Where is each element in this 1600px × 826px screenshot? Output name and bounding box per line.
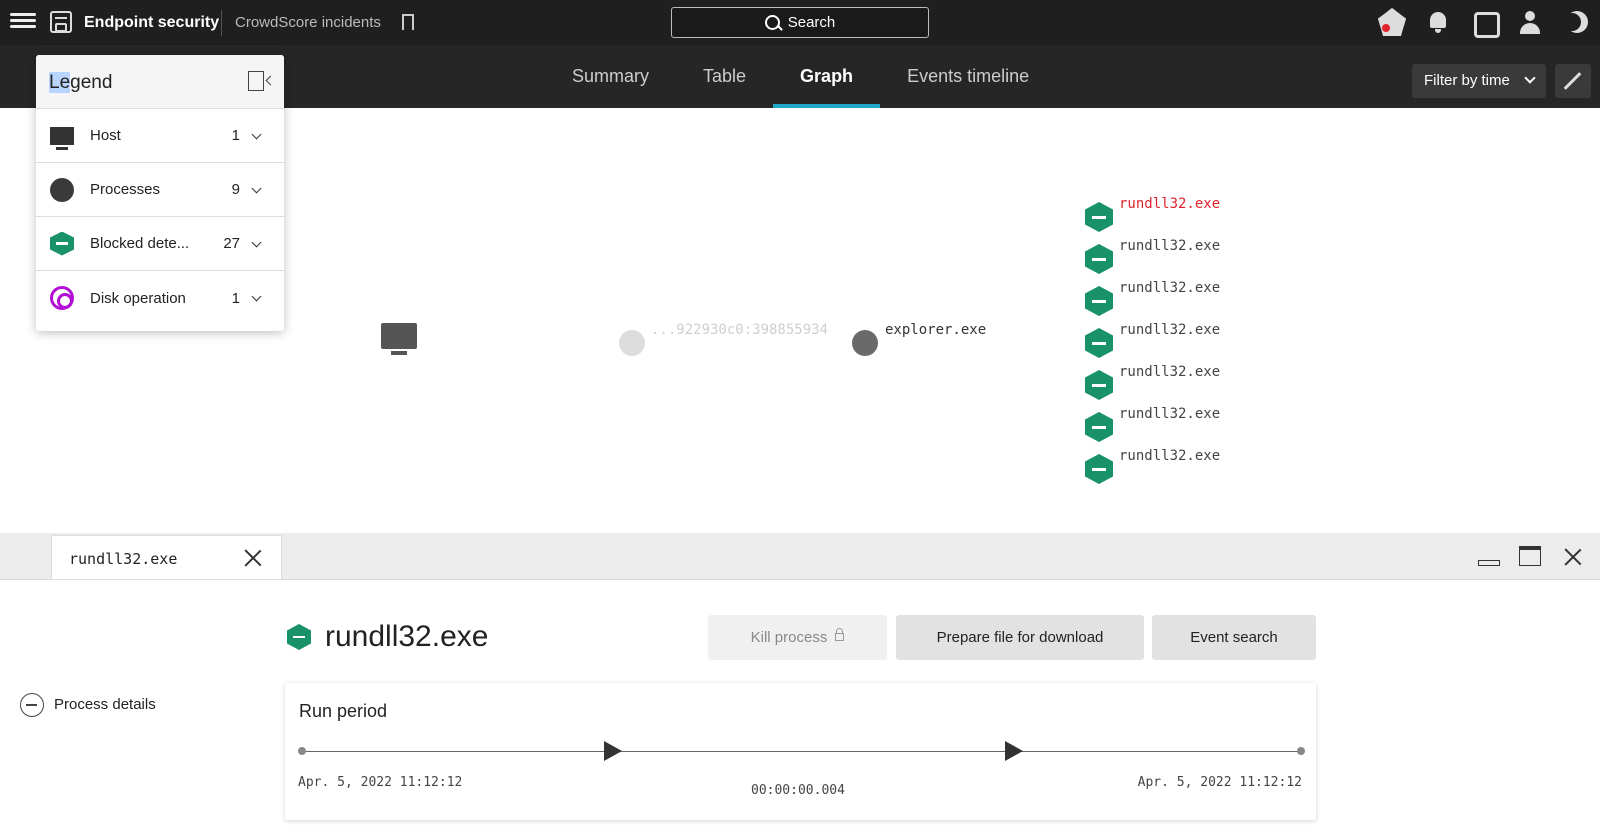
app-title[interactable]: Endpoint security — [84, 14, 219, 32]
search-label: Search — [787, 14, 836, 31]
faded-process-node[interactable] — [619, 330, 645, 356]
detection-label[interactable]: rundll32.exe — [1119, 364, 1220, 380]
event-search-button[interactable]: Event search — [1152, 615, 1316, 660]
blocked-detection-node[interactable] — [1085, 454, 1113, 484]
endpoint-security-icon — [50, 11, 72, 33]
timeline-line — [302, 751, 1301, 752]
filter-by-time-dropdown[interactable]: Filter by time — [1412, 64, 1546, 98]
detection-label[interactable]: rundll32.exe — [1119, 238, 1220, 254]
detection-label[interactable]: rundll32.exe — [1119, 406, 1220, 422]
monitor-icon — [50, 127, 74, 150]
blocked-detection-node[interactable] — [1085, 370, 1113, 400]
legend-label: Disk operation — [90, 289, 186, 307]
edit-pencil-icon[interactable] — [1555, 64, 1591, 98]
arrow-right-icon — [604, 741, 622, 761]
details-panel: Process details rundll32.exe Kill proces… — [0, 579, 1600, 826]
legend-title-selection: Le — [49, 72, 71, 93]
dark-mode-moon-icon[interactable] — [1562, 8, 1590, 36]
legend-title-rest: gend — [70, 72, 113, 93]
notification-bell-icon[interactable] — [1424, 8, 1452, 36]
explorer-node-label: explorer.exe — [885, 322, 987, 338]
legend-label: Processes — [90, 181, 161, 198]
chevron-down-icon — [1524, 72, 1536, 84]
chevron-down-icon[interactable] — [251, 183, 262, 194]
process-details-label[interactable]: Process details — [54, 696, 156, 713]
collapse-panel-icon[interactable] — [248, 71, 264, 91]
blocked-detection-node[interactable] — [1085, 202, 1113, 232]
legend-row-processes[interactable]: Processes 9 — [36, 163, 284, 217]
kill-process-button[interactable]: Kill process — [708, 615, 887, 660]
arrow-right-icon — [1005, 741, 1023, 761]
chevron-down-icon[interactable] — [251, 291, 262, 302]
blocked-detection-node[interactable] — [1085, 244, 1113, 274]
filter-label: Filter by time — [1424, 72, 1510, 89]
tab-events-timeline[interactable]: Events timeline — [880, 45, 1056, 108]
details-tab[interactable]: rundll32.exe — [51, 535, 282, 579]
tab-table[interactable]: Table — [676, 45, 773, 108]
breadcrumb[interactable]: CrowdScore incidents — [235, 14, 381, 31]
tab-graph[interactable]: Graph — [773, 45, 881, 108]
legend-count: 1 — [231, 127, 240, 144]
process-title: rundll32.exe — [325, 620, 489, 653]
crowdscore-pentagon-icon[interactable] — [1378, 8, 1406, 36]
legend-count: 1 — [231, 289, 240, 307]
close-tab-icon[interactable] — [244, 549, 262, 567]
details-tab-label: rundll32.exe — [69, 550, 178, 568]
close-panel-icon[interactable] — [1564, 548, 1582, 566]
run-start-timestamp: Apr. 5, 2022 11:12:12 — [298, 775, 463, 790]
blocked-hexagon-icon — [50, 231, 74, 256]
chevron-down-icon[interactable] — [251, 129, 262, 140]
run-period-title: Run period — [299, 701, 388, 721]
legend-label: Blocked dete... — [90, 235, 190, 252]
timeline-start-dot — [298, 747, 306, 755]
explorer-process-node[interactable] — [852, 330, 878, 356]
legend-count: 27 — [223, 235, 240, 252]
top-bar: Endpoint security CrowdScore incidents S… — [0, 0, 1600, 45]
faded-node-label: ...922930c0:398855934 — [651, 322, 829, 338]
legend-row-blocked-detections[interactable]: Blocked dete... 27 — [36, 217, 284, 271]
tab-summary[interactable]: Summary — [545, 45, 676, 108]
menu-icon[interactable] — [10, 10, 36, 34]
run-end-timestamp: Apr. 5, 2022 11:12:12 — [1137, 775, 1302, 790]
search-icon — [764, 15, 780, 30]
kill-process-label: Kill process — [750, 629, 828, 646]
search-button[interactable]: Search — [671, 7, 929, 38]
detection-label[interactable]: rundll32.exe — [1119, 448, 1220, 464]
disk-target-icon — [50, 286, 74, 310]
legend-label: Host — [90, 127, 121, 144]
top-right-actions — [1378, 8, 1590, 38]
detection-label[interactable]: rundll32.exe — [1119, 280, 1220, 296]
legend-count: 9 — [231, 181, 240, 198]
prepare-file-download-button[interactable]: Prepare file for download — [896, 615, 1144, 660]
legend-title: Legend — [49, 72, 112, 94]
minimize-panel-icon[interactable] — [1478, 560, 1500, 566]
detection-label[interactable]: rundll32.exe — [1119, 322, 1220, 338]
process-circle-icon — [50, 177, 74, 202]
view-tabs: Summary Table Graph Events timeline — [545, 45, 1056, 108]
user-icon[interactable] — [1516, 8, 1544, 36]
header-divider — [221, 10, 222, 36]
falcon-stream-icon[interactable] — [1470, 8, 1500, 38]
chevron-down-icon[interactable] — [251, 237, 262, 248]
host-node[interactable] — [381, 323, 417, 355]
blocked-detection-node[interactable] — [1085, 286, 1113, 316]
details-panel-tab-bar: rundll32.exe — [0, 533, 1600, 579]
legend-row-host[interactable]: Host 1 — [36, 109, 284, 163]
legend-row-disk-operation[interactable]: Disk operation 1 — [36, 271, 284, 325]
blocked-detection-node[interactable] — [1085, 328, 1113, 358]
legend-header: Legend — [36, 55, 284, 109]
collapse-minus-circle-icon[interactable] — [20, 693, 44, 717]
run-period-card: Run period Apr. 5, 2022 11:12:12 00:00:0… — [285, 683, 1316, 820]
bookmark-icon[interactable] — [402, 14, 414, 36]
maximize-panel-icon[interactable] — [1519, 546, 1541, 566]
timeline-end-dot — [1297, 747, 1305, 755]
blocked-detection-node[interactable] — [1085, 412, 1113, 442]
run-duration: 00:00:00.004 — [751, 783, 845, 798]
blocked-hexagon-icon — [287, 624, 311, 650]
legend-panel: Legend Host 1 Processes 9 Blocked dete..… — [36, 55, 284, 331]
detection-label[interactable]: rundll32.exe — [1119, 196, 1220, 212]
lock-icon — [835, 627, 845, 641]
